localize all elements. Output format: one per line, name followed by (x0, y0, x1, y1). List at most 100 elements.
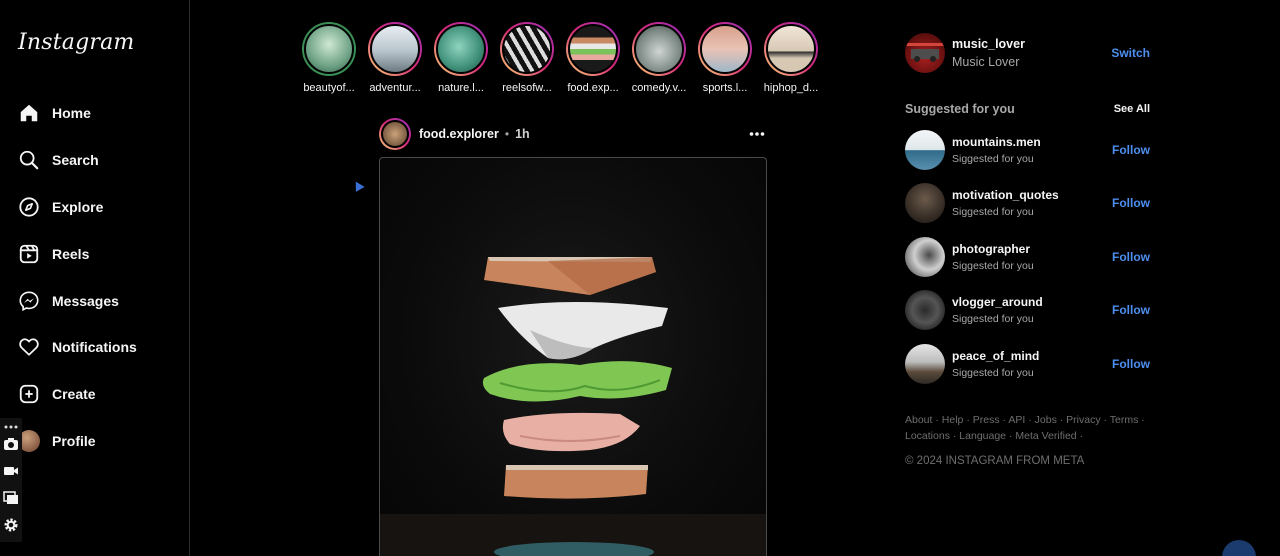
suggestions-header: Suggested for you See All (905, 102, 1150, 116)
avatar[interactable] (905, 237, 945, 277)
story-item[interactable]: comedy.v... (632, 22, 686, 94)
sidebar-item-create[interactable]: Create (18, 381, 96, 407)
suggestion-item: peace_of_mind Siggested for you Follow (905, 344, 1150, 384)
footer-link[interactable]: Privacy (1066, 414, 1100, 426)
suggestions-title: Suggested for you (905, 102, 1015, 116)
sidebar-item-label: Messages (52, 293, 119, 309)
follow-button[interactable]: Follow (1112, 196, 1150, 210)
recorder-menu-icon[interactable] (2, 418, 20, 436)
sidebar-item-home[interactable]: Home (18, 100, 91, 126)
story-username: food.exp... (567, 82, 619, 94)
story-item[interactable]: sports.l... (698, 22, 752, 94)
mouse-cursor (351, 179, 365, 192)
suggestion-item: mountains.men Siggested for you Follow (905, 130, 1150, 170)
footer-link[interactable]: Jobs (1035, 414, 1057, 426)
footer-link[interactable]: Meta Verified (1015, 430, 1076, 442)
suggestion-subtitle: Siggested for you (952, 260, 1034, 272)
story-username: adventur... (369, 82, 421, 94)
heart-icon (19, 338, 39, 356)
copyright: © 2024 INSTAGRAM FROM META (905, 455, 1085, 467)
sidebar-item-label: Profile (52, 433, 96, 449)
video-camera-icon[interactable] (2, 462, 20, 480)
sidebar-item-search[interactable]: Search (18, 147, 99, 173)
compass-icon (19, 197, 39, 217)
account-username[interactable]: music_lover (952, 37, 1025, 51)
suggestion-item: photographer Siggested for you Follow (905, 237, 1150, 277)
footer-link[interactable]: Language (959, 430, 1006, 442)
window-capture-icon[interactable] (2, 489, 20, 507)
avatar[interactable] (905, 344, 945, 384)
story-item[interactable]: adventur... (368, 22, 422, 94)
footer-link[interactable]: About (905, 414, 932, 426)
suggestion-username[interactable]: vlogger_around (952, 295, 1043, 309)
reels-icon (19, 244, 39, 264)
suggestion-subtitle: Siggested for you (952, 153, 1034, 165)
story-item[interactable]: nature.l... (434, 22, 488, 94)
search-icon (19, 150, 39, 170)
story-username: comedy.v... (631, 82, 687, 94)
see-all-button[interactable]: See All (1114, 103, 1150, 115)
post-username[interactable]: food.explorer (419, 127, 499, 141)
suggestion-item: motivation_quotes Siggested for you Foll… (905, 183, 1150, 223)
suggestion-subtitle: Siggested for you (952, 206, 1034, 218)
avatar[interactable] (905, 183, 945, 223)
account-full-name: Music Lover (952, 55, 1020, 69)
story-item[interactable]: reelsofw... (500, 22, 554, 94)
sidebar: Instagram Home Search Explore Reels Mess… (0, 0, 190, 556)
floating-sandwich-image (380, 257, 766, 556)
sidebar-item-explore[interactable]: Explore (18, 194, 103, 220)
footer-link[interactable]: Press (973, 414, 1000, 426)
sidebar-item-label: Search (52, 152, 99, 168)
story-username: reelsofw... (502, 82, 552, 94)
story-item[interactable]: beautyof... (302, 22, 356, 94)
footer-link[interactable]: Terms (1110, 414, 1139, 426)
sidebar-item-label: Home (52, 105, 91, 121)
follow-button[interactable]: Follow (1112, 250, 1150, 264)
suggestion-subtitle: Siggested for you (952, 367, 1034, 379)
sidebar-item-reels[interactable]: Reels (18, 241, 89, 267)
suggestion-item: vlogger_around Siggested for you Follow (905, 290, 1150, 330)
avatar[interactable] (905, 33, 945, 73)
post-header: food.explorer • 1h (379, 118, 767, 150)
home-icon (20, 104, 38, 122)
current-account: music_lover Music Lover Switch (905, 33, 1150, 73)
post-image[interactable] (379, 157, 767, 556)
story-username: sports.l... (702, 82, 748, 94)
footer-link[interactable]: API (1008, 414, 1025, 426)
recorder-toolbar (0, 418, 22, 542)
suggestion-username[interactable]: peace_of_mind (952, 349, 1039, 363)
suggestion-username[interactable]: motivation_quotes (952, 188, 1059, 202)
post-avatar[interactable] (379, 118, 411, 150)
story-username: beautyof... (303, 82, 355, 94)
sidebar-item-profile[interactable]: Profile (18, 428, 96, 454)
footer-link[interactable]: Help (942, 414, 964, 426)
plus-square-icon (19, 384, 39, 404)
messenger-icon (19, 291, 39, 312)
sidebar-item-label: Notifications (52, 339, 137, 355)
post-separator: • (504, 127, 510, 141)
follow-button[interactable]: Follow (1112, 357, 1150, 371)
follow-button[interactable]: Follow (1112, 143, 1150, 157)
instagram-logo[interactable]: Instagram (18, 30, 134, 55)
sidebar-item-label: Create (52, 386, 96, 402)
story-item[interactable]: food.exp... (566, 22, 620, 94)
sidebar-item-label: Reels (52, 246, 90, 262)
follow-button[interactable]: Follow (1112, 303, 1150, 317)
suggestion-subtitle: Siggested for you (952, 313, 1034, 325)
switch-button[interactable]: Switch (1111, 46, 1150, 60)
floating-action-button[interactable] (1222, 540, 1256, 556)
avatar[interactable] (905, 130, 945, 170)
story-item[interactable]: hiphop_d... (764, 22, 818, 94)
sidebar-item-label: Explore (52, 199, 104, 215)
suggestion-username[interactable]: photographer (952, 242, 1034, 256)
camera-icon[interactable] (2, 435, 20, 453)
suggestion-username[interactable]: mountains.men (952, 135, 1041, 149)
gear-icon[interactable] (2, 516, 20, 534)
stories-tray: beautyof... adventur... nature.l... reel… (302, 22, 818, 94)
sidebar-item-messages[interactable]: Messages (18, 288, 119, 314)
avatar[interactable] (905, 290, 945, 330)
footer-link[interactable]: Locations (905, 430, 950, 442)
sidebar-item-notifications[interactable]: Notifications (18, 334, 137, 360)
footer-links: About · Help · Press · API · Jobs · Priv… (905, 414, 1145, 442)
more-options-icon[interactable] (749, 131, 765, 137)
